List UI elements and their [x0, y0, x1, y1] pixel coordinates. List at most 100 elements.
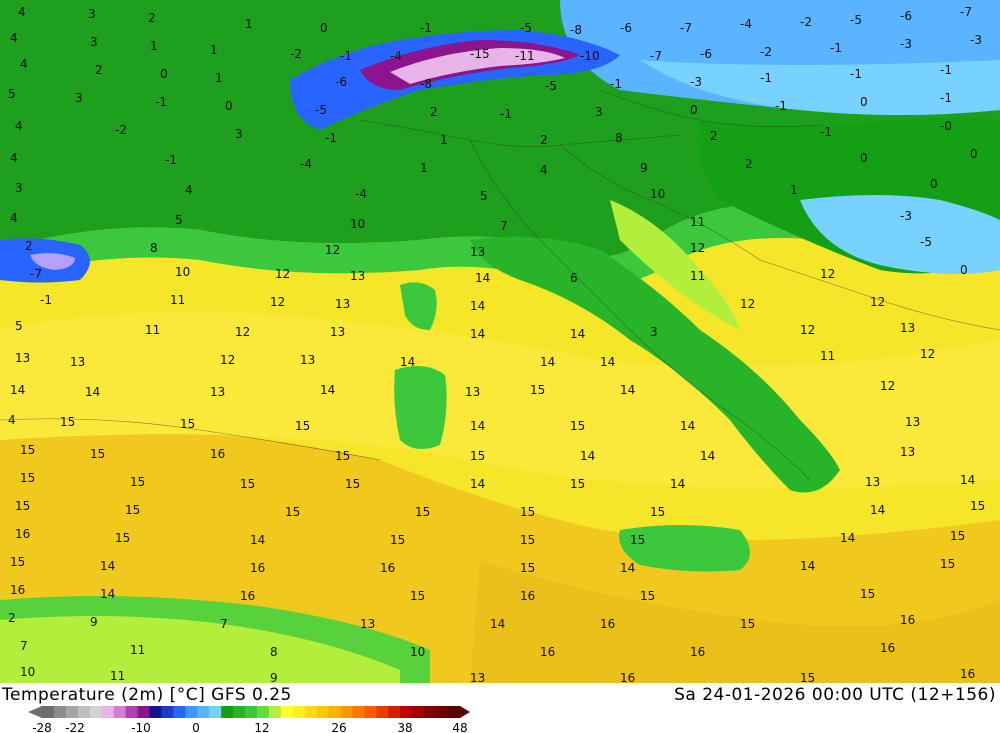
- scale-swatch: [352, 706, 365, 718]
- temperature-map: 4 3 2 1 0 -1 -5 -8 -6 -7 -4 -2 -5 -6 -74 3 1 1 -2 -1 -4 -15 -1…: [0, 0, 1000, 683]
- temperature-value-label: 1: [245, 17, 253, 31]
- temperature-value-label: 5: [8, 87, 16, 101]
- temperature-value-label: 12: [690, 241, 705, 255]
- temperature-value-label: -6: [900, 9, 912, 23]
- temperature-value-label: 11: [820, 349, 835, 363]
- temperature-value-label: -7: [680, 21, 692, 35]
- temperature-value-label: -10: [580, 49, 600, 63]
- temperature-value-label: 15: [470, 449, 485, 463]
- temperature-value-label: 4: [10, 151, 18, 165]
- temperature-value-label: 14: [320, 383, 335, 397]
- temperature-value-label: 15: [10, 555, 25, 569]
- temperature-value-label: 1: [215, 71, 223, 85]
- temperature-value-label: 13: [15, 351, 30, 365]
- temperature-value-label: 3: [235, 127, 243, 141]
- temperature-value-label: 15: [20, 471, 35, 485]
- temperature-value-label: -1: [830, 41, 842, 55]
- map-title: Temperature (2m) [°C] GFS 0.25: [2, 685, 292, 705]
- temperature-value-label: -5: [315, 103, 327, 117]
- temperature-value-label: 15: [130, 475, 145, 489]
- temperature-value-label: 15: [520, 533, 535, 547]
- scale-swatch: [280, 706, 294, 718]
- temperature-value-label: 14: [470, 327, 485, 341]
- scale-tick-label: 48: [452, 721, 467, 733]
- temperature-value-label: 13: [900, 445, 915, 459]
- temperature-value-label: 14: [540, 355, 555, 369]
- temperature-value-label: 15: [345, 477, 360, 491]
- temperature-value-label: 7: [220, 617, 228, 631]
- temperature-value-label: 15: [180, 417, 195, 431]
- temperature-value-label: 14: [960, 473, 975, 487]
- temperature-value-label: -0: [940, 119, 952, 133]
- temperature-value-label: 15: [940, 557, 955, 571]
- temperature-value-label: 0: [225, 99, 233, 113]
- temperature-value-label: 16: [690, 645, 705, 659]
- temperature-value-label: 12: [870, 295, 885, 309]
- temperature-value-label: 15: [570, 419, 585, 433]
- temperature-value-label: 15: [285, 505, 300, 519]
- scale-swatch: [328, 706, 342, 718]
- temperature-value-label: 16: [380, 561, 395, 575]
- temperature-value-label: 16: [540, 645, 555, 659]
- scale-swatch: [364, 706, 377, 718]
- temperature-value-label: 12: [270, 295, 285, 309]
- color-scale: -28 -22 -10 0 12 26 38 48: [28, 706, 470, 733]
- scale-swatch: [42, 706, 55, 718]
- temperature-value-label: -1: [940, 63, 952, 77]
- temperature-value-label: -1: [940, 91, 952, 105]
- temperature-value-label: 10: [650, 187, 665, 201]
- scale-arrow-high: [460, 706, 470, 718]
- scale-swatch: [316, 706, 330, 718]
- scale-swatch: [268, 706, 282, 718]
- temperature-value-label: 15: [90, 447, 105, 461]
- scale-tick-label: 12: [254, 721, 269, 733]
- temperature-value-label: 16: [15, 527, 30, 541]
- temperature-value-label: 14: [570, 327, 585, 341]
- temperature-value-label: 0: [970, 147, 978, 161]
- temperature-value-label: 1: [150, 39, 158, 53]
- temperature-value-label: 13: [70, 355, 85, 369]
- scale-swatch: [436, 706, 449, 718]
- temperature-value-label: 15: [650, 505, 665, 519]
- temperature-value-label: 4: [540, 163, 548, 177]
- temperature-value-label: 15: [115, 531, 130, 545]
- scale-swatch: [173, 706, 186, 718]
- scale-swatch: [113, 706, 127, 718]
- temperature-value-label: 15: [295, 419, 310, 433]
- scale-swatch: [161, 706, 174, 718]
- temperature-value-label: 15: [520, 505, 535, 519]
- temperature-value-label: 15: [60, 415, 75, 429]
- temperature-value-label: 2: [25, 239, 33, 253]
- temperature-value-label: -1: [500, 107, 512, 121]
- temperature-value-label: -6: [335, 75, 347, 89]
- temperature-value-label: 15: [15, 499, 30, 513]
- temperature-value-label: 10: [410, 645, 425, 659]
- temperature-value-label: 8: [270, 645, 278, 659]
- temperature-value-label: 4: [8, 413, 16, 427]
- temperature-value-label: 4: [10, 211, 18, 225]
- temperature-value-label: 5: [15, 319, 23, 333]
- temperature-value-label: 4: [18, 5, 26, 19]
- temperature-value-label: 12: [800, 323, 815, 337]
- temperature-value-label: 15: [640, 589, 655, 603]
- scale-swatch: [292, 706, 306, 718]
- scale-swatch: [221, 706, 234, 718]
- temperature-value-label: -2: [115, 123, 127, 137]
- temperature-value-label: 11: [170, 293, 185, 307]
- temperature-value-label: -2: [760, 45, 772, 59]
- temperature-value-label: -7: [650, 49, 662, 63]
- temperature-value-label: 0: [860, 95, 868, 109]
- temperature-value-label: 3: [15, 181, 23, 195]
- temperature-value-label: 15: [410, 589, 425, 603]
- scale-tick-label: -22: [65, 721, 85, 733]
- scale-swatch: [65, 706, 79, 718]
- scale-swatch: [340, 706, 354, 718]
- scale-swatch: [53, 706, 67, 718]
- scale-swatch: [448, 706, 461, 718]
- temperature-value-label: 14: [470, 299, 485, 313]
- temperature-value-label: 7: [500, 219, 508, 233]
- temperature-value-label: -1: [340, 49, 352, 63]
- scale-swatch: [137, 706, 150, 718]
- temperature-value-label: 12: [820, 267, 835, 281]
- color-scale-bar: [28, 706, 470, 718]
